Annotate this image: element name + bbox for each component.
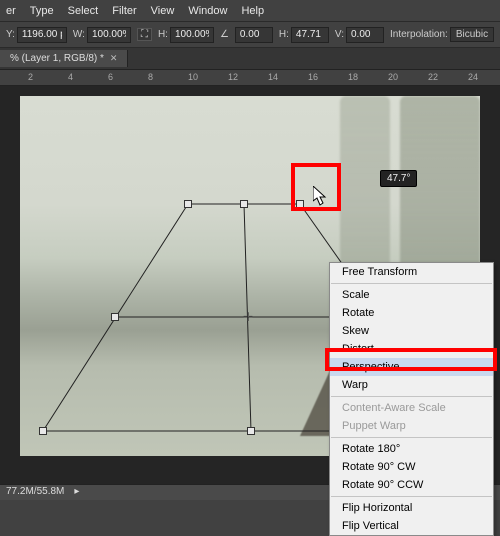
menu-item[interactable]: Type — [30, 5, 54, 17]
menu-content-aware-scale: Content-Aware Scale — [330, 399, 493, 417]
transform-handle[interactable] — [39, 427, 47, 435]
ruler-tick: 12 — [228, 72, 238, 82]
menu-item[interactable]: Window — [188, 5, 227, 17]
menu-warp[interactable]: Warp — [330, 376, 493, 394]
menu-separator — [331, 283, 492, 284]
interp-dropdown[interactable]: Bicubic — [450, 27, 494, 42]
menu-scale[interactable]: Scale — [330, 286, 493, 304]
menu-rotate-180[interactable]: Rotate 180° — [330, 440, 493, 458]
ruler-tick: 16 — [308, 72, 318, 82]
document-tab[interactable]: % (Layer 1, RGB/8) * ✕ — [0, 50, 128, 67]
menu-item[interactable]: Help — [241, 5, 264, 17]
angle-icon: ∠ — [220, 29, 229, 40]
menu-item[interactable]: Filter — [112, 5, 136, 17]
ruler-tick: 10 — [188, 72, 198, 82]
context-menu: Free Transform Scale Rotate Skew Distort… — [329, 262, 494, 536]
vskew-input[interactable] — [346, 27, 384, 43]
angle-tooltip: 47.7° — [380, 170, 417, 187]
menu-separator — [331, 396, 492, 397]
ruler-tick: 2 — [28, 72, 33, 82]
w-label: W: — [73, 29, 85, 40]
menu-item[interactable]: View — [151, 5, 175, 17]
rotation-input[interactable] — [235, 27, 273, 43]
menu-item[interactable]: Select — [68, 5, 99, 17]
chevron-down-icon[interactable]: ▸ — [74, 486, 79, 499]
ruler-tick: 20 — [388, 72, 398, 82]
document-title: % (Layer 1, RGB/8) * — [10, 53, 104, 64]
transform-handle[interactable] — [184, 200, 192, 208]
ruler-tick: 6 — [108, 72, 113, 82]
menu-rotate-90-ccw[interactable]: Rotate 90° CCW — [330, 476, 493, 494]
menu-flip-vertical[interactable]: Flip Vertical — [330, 517, 493, 535]
transform-handle[interactable] — [240, 200, 248, 208]
hskew-label: H: — [279, 29, 289, 40]
transform-handle[interactable] — [247, 427, 255, 435]
vskew-label: V: — [335, 29, 344, 40]
transform-handle[interactable] — [296, 200, 304, 208]
link-icon[interactable]: ⛶ — [137, 28, 152, 41]
menu-bar: er Type Select Filter View Window Help — [0, 0, 500, 22]
options-bar: Y: W: ⛶ H: ∠ H: V: Interpolation: Bicubi… — [0, 22, 500, 48]
hskew-input[interactable] — [291, 27, 329, 43]
interp-label: Interpolation: — [390, 29, 448, 40]
ruler-tick: 18 — [348, 72, 358, 82]
interp-value: Bicubic — [456, 29, 488, 40]
transform-handle[interactable] — [111, 313, 119, 321]
tab-bar: % (Layer 1, RGB/8) * ✕ — [0, 48, 500, 70]
y-label: Y: — [6, 29, 15, 40]
ruler-tick: 4 — [68, 72, 73, 82]
ruler-horizontal: 2 4 6 8 10 12 14 16 18 20 22 24 — [0, 70, 500, 86]
menu-rotate[interactable]: Rotate — [330, 304, 493, 322]
menu-skew[interactable]: Skew — [330, 322, 493, 340]
close-icon[interactable]: ✕ — [110, 53, 118, 64]
menu-separator — [331, 437, 492, 438]
ruler-tick: 24 — [468, 72, 478, 82]
y-input[interactable] — [17, 27, 67, 43]
ruler-tick: 14 — [268, 72, 278, 82]
menu-rotate-90-cw[interactable]: Rotate 90° CW — [330, 458, 493, 476]
w-input[interactable] — [87, 27, 131, 43]
menu-distort[interactable]: Distort — [330, 340, 493, 358]
menu-perspective[interactable]: Perspective — [330, 358, 493, 376]
menu-item[interactable]: er — [6, 5, 16, 17]
menu-flip-horizontal[interactable]: Flip Horizontal — [330, 499, 493, 517]
ruler-tick: 8 — [148, 72, 153, 82]
menu-free-transform[interactable]: Free Transform — [330, 263, 493, 281]
transform-center[interactable]: ✛ — [243, 310, 253, 324]
menu-separator — [331, 496, 492, 497]
menu-puppet-warp: Puppet Warp — [330, 417, 493, 435]
ruler-tick: 22 — [428, 72, 438, 82]
h-label: H: — [158, 29, 168, 40]
doc-size-label: 77.2M/55.8M — [6, 486, 64, 499]
h-input[interactable] — [170, 27, 214, 43]
